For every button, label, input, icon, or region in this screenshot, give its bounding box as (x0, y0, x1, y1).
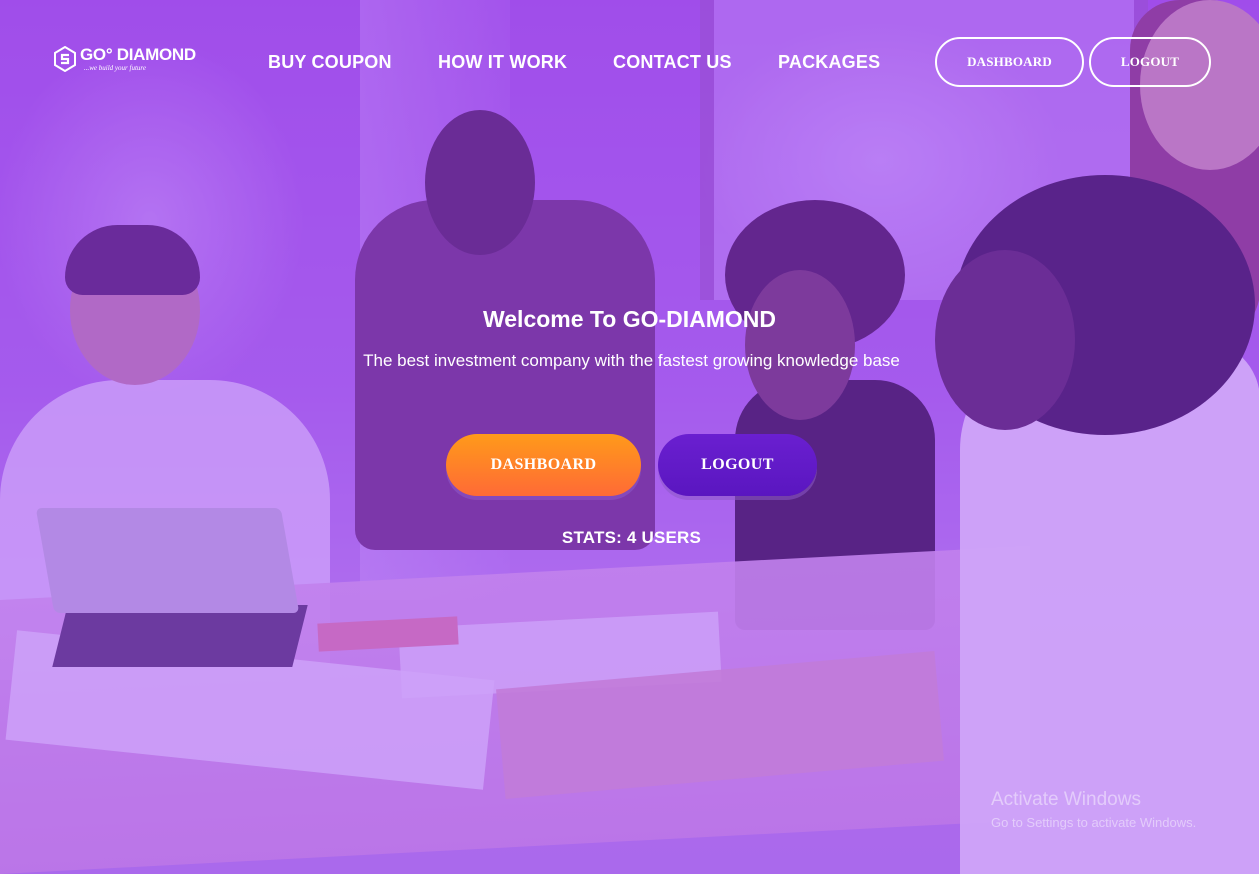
hero-subtitle: The best investment company with the fas… (363, 351, 900, 370)
brand-name: GO° DIAMOND (80, 45, 196, 64)
purple-overlay (0, 0, 1259, 874)
stats-counter: STATS: 4 USERS (561, 528, 702, 547)
windows-activation-watermark: Activate Windows Go to Settings to activ… (991, 789, 1196, 830)
nav-logout-button[interactable]: LOGOUT (1089, 37, 1211, 87)
nav-link-how-it-work[interactable]: HOW IT WORK (438, 52, 567, 73)
nav-link-contact-us[interactable]: CONTACT US (613, 52, 732, 73)
hero-section: GO° DIAMOND ...we build your future BUY … (0, 0, 1259, 874)
brand-tagline: ...we build your future (84, 64, 146, 72)
nav-link-packages[interactable]: PACKAGES (778, 52, 880, 73)
watermark-subtitle: Go to Settings to activate Windows. (991, 815, 1197, 830)
diamond-s-logo-icon (54, 46, 76, 72)
hero-dashboard-button[interactable]: DASHBOARD (446, 434, 641, 496)
nav-link-buy-coupon[interactable]: BUY COUPON (268, 52, 392, 73)
hero-logout-button[interactable]: LOGOUT (658, 434, 817, 496)
nav-dashboard-button[interactable]: DASHBOARD (935, 37, 1084, 87)
brand-logo[interactable]: GO° DIAMOND ...we build your future (54, 46, 196, 72)
watermark-title: Activate Windows (991, 789, 1141, 810)
hero-title: Welcome To GO-DIAMOND (482, 306, 777, 332)
